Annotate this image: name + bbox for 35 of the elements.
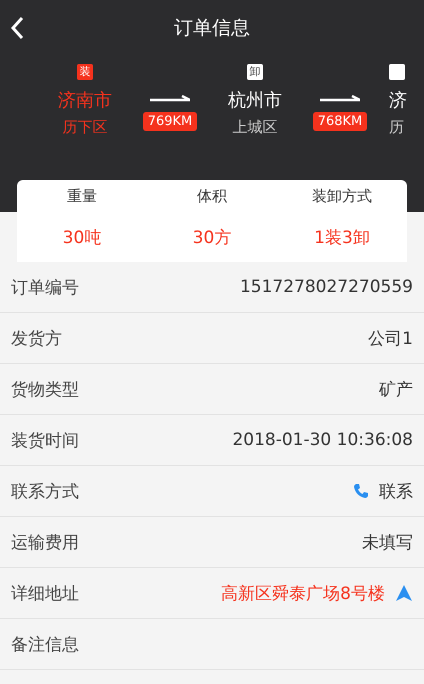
detail-label: 联系方式 [11, 480, 79, 502]
distance-badge: 768KM [312, 112, 368, 131]
navigation-icon[interactable] [395, 584, 413, 602]
detail-value: 公司1 [368, 328, 413, 350]
city-name: 杭州市 [228, 89, 282, 112]
contact-link[interactable]: 联系 [379, 480, 413, 502]
detail-label: 备注信息 [11, 634, 79, 656]
summary-value: 30吨 [62, 227, 102, 249]
district-name: 历下区 [62, 118, 108, 137]
summary-label: 体积 [197, 187, 227, 206]
page-title: 订单信息 [174, 16, 250, 41]
detail-label: 运输费用 [11, 532, 79, 554]
stop-badge: 卸 [247, 64, 263, 80]
district-name: 历 [389, 118, 404, 137]
summary-value: 1装3卸 [314, 227, 370, 249]
detail-label: 货物类型 [11, 378, 79, 400]
district-name: 上城区 [232, 118, 278, 137]
detail-label: 发货方 [11, 328, 62, 350]
phone-icon[interactable] [353, 483, 369, 499]
distance-badge: 769KM [142, 112, 198, 131]
summary-label: 装卸方式 [312, 187, 372, 206]
detail-label: 装货时间 [11, 430, 79, 452]
back-icon[interactable] [10, 16, 24, 40]
city-name: 济 [389, 89, 407, 112]
city-name: 济南市 [58, 89, 112, 112]
stop-badge: 装 [77, 64, 93, 80]
summary-label: 重量 [67, 187, 97, 206]
detail-label: 详细地址 [11, 582, 79, 604]
detail-value: 2018-01-30 10:36:08 [232, 430, 413, 450]
summary-value: 30方 [192, 227, 232, 249]
detail-value: 未填写 [362, 532, 413, 554]
detail-value: 1517278027270559 [240, 277, 413, 297]
detail-label: 订单编号 [11, 276, 79, 298]
detail-value: 矿产 [379, 378, 413, 400]
address-link[interactable]: 高新区舜泰广场8号楼 [221, 582, 385, 604]
